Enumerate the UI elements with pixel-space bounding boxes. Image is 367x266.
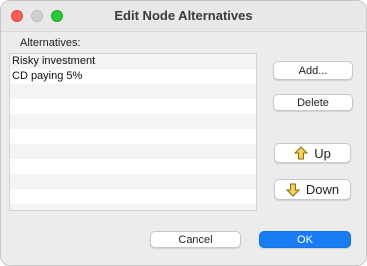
delete-button[interactable]: Delete bbox=[273, 94, 353, 111]
list-item[interactable] bbox=[10, 189, 256, 204]
down-button[interactable]: Down bbox=[274, 179, 351, 200]
alternatives-list[interactable]: Risky investment CD paying 5% bbox=[9, 53, 257, 211]
list-item[interactable] bbox=[10, 159, 256, 174]
list-item[interactable] bbox=[10, 204, 256, 210]
up-button[interactable]: Up bbox=[274, 143, 351, 163]
up-button-label: Up bbox=[314, 145, 331, 161]
ok-button[interactable]: OK bbox=[259, 231, 351, 248]
edit-node-alternatives-dialog: Edit Node Alternatives Alternatives: Ris… bbox=[0, 0, 367, 266]
title-bar: Edit Node Alternatives bbox=[1, 1, 366, 32]
list-item[interactable]: Risky investment bbox=[10, 54, 256, 69]
list-item[interactable] bbox=[10, 144, 256, 159]
add-button[interactable]: Add... bbox=[273, 61, 353, 80]
list-item[interactable] bbox=[10, 174, 256, 189]
list-item[interactable] bbox=[10, 84, 256, 99]
arrow-down-icon bbox=[285, 183, 300, 197]
alternatives-label: Alternatives: bbox=[20, 37, 81, 49]
arrow-up-icon bbox=[294, 146, 309, 160]
cancel-button[interactable]: Cancel bbox=[150, 231, 241, 248]
list-item[interactable]: CD paying 5% bbox=[10, 69, 256, 84]
window-title: Edit Node Alternatives bbox=[114, 8, 253, 23]
list-item[interactable] bbox=[10, 129, 256, 144]
list-item[interactable] bbox=[10, 114, 256, 129]
down-button-label: Down bbox=[305, 182, 340, 197]
list-item[interactable] bbox=[10, 99, 256, 114]
